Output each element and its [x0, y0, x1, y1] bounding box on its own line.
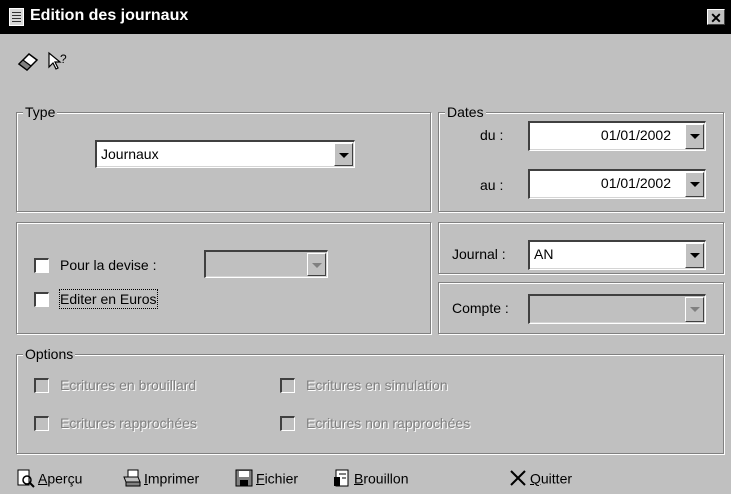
help-pointer-icon[interactable]: ? — [46, 50, 70, 74]
date-from-value: 01/01/2002 — [600, 127, 671, 143]
option-checkbox-rapprochees[interactable] — [34, 416, 49, 431]
date-from-field[interactable]: 01/01/2002 — [528, 121, 706, 151]
dates-legend: Dates — [445, 104, 486, 120]
floppy-disk-icon — [234, 468, 254, 488]
journal-label: Journal : — [452, 246, 506, 262]
quitter-button[interactable]: Quitter — [508, 466, 572, 488]
options-legend: Options — [23, 346, 76, 362]
chevron-down-icon[interactable] — [334, 143, 353, 166]
type-legend: Type — [23, 104, 58, 120]
option-label-rapprochees: Ecritures rapprochées — [60, 415, 197, 431]
brouillon-accel: B — [354, 470, 364, 487]
apercu-button[interactable]: Aperçu — [16, 466, 83, 489]
apercu-label: perçu — [47, 470, 83, 487]
devise-checkbox[interactable] — [34, 258, 49, 273]
brouillon-button[interactable]: Brouillon — [332, 466, 408, 488]
preview-icon — [16, 468, 36, 489]
compte-select[interactable] — [528, 294, 706, 324]
chevron-down-icon[interactable] — [685, 243, 704, 268]
compte-label: Compte : — [452, 300, 509, 316]
quitter-accel: Q — [530, 470, 541, 487]
option-checkbox-simulation[interactable] — [280, 378, 295, 393]
quitter-label: uitter — [540, 470, 573, 487]
euros-label: Editer en Euros — [59, 289, 158, 309]
date-to-label: au : — [480, 177, 504, 193]
journal-value: AN — [534, 246, 554, 262]
app-icon — [9, 8, 24, 26]
chevron-down-icon[interactable] — [685, 297, 704, 322]
chevron-down-icon[interactable] — [685, 124, 704, 149]
svg-text:?: ? — [60, 52, 67, 66]
date-from-label: du : — [480, 127, 504, 143]
brouillon-label: rouillon — [363, 470, 409, 487]
option-label-brouillard: Ecritures en brouillard — [60, 377, 197, 393]
window-title: Edition des journaux — [30, 7, 189, 24]
chevron-down-icon[interactable] — [685, 172, 704, 197]
imprimer-label: mprimer — [147, 470, 200, 487]
close-x-icon — [508, 468, 528, 488]
fichier-label: ichier — [264, 470, 299, 487]
date-to-field[interactable]: 01/01/2002 — [528, 169, 706, 199]
fichier-accel: F — [256, 470, 265, 487]
date-to-value: 01/01/2002 — [600, 175, 671, 191]
option-checkbox-brouillard[interactable] — [34, 378, 49, 393]
apercu-accel: A — [38, 470, 48, 487]
chevron-down-icon[interactable] — [307, 253, 326, 276]
option-label-non-rapprochees: Ecritures non rapprochées — [306, 415, 471, 431]
currency-group — [16, 222, 431, 334]
euros-checkbox[interactable] — [34, 292, 49, 307]
eraser-icon[interactable] — [16, 50, 40, 74]
close-button[interactable]: ✕ — [707, 9, 725, 26]
title-bar: Edition des journaux ✕ — [0, 0, 731, 34]
options-group: Options — [16, 346, 724, 454]
devise-select[interactable] — [204, 250, 328, 278]
devise-label: Pour la devise : — [60, 257, 157, 273]
draft-document-icon — [332, 468, 352, 488]
imprimer-button[interactable]: Imprimer — [122, 466, 199, 488]
printer-icon — [122, 468, 142, 488]
journal-select[interactable]: AN — [528, 240, 706, 270]
type-select[interactable]: Journaux — [95, 140, 355, 168]
option-label-simulation: Ecritures en simulation — [306, 377, 448, 393]
type-select-value: Journaux — [101, 146, 159, 162]
fichier-button[interactable]: Fichier — [234, 466, 298, 488]
option-checkbox-non-rapprochees[interactable] — [280, 416, 295, 431]
